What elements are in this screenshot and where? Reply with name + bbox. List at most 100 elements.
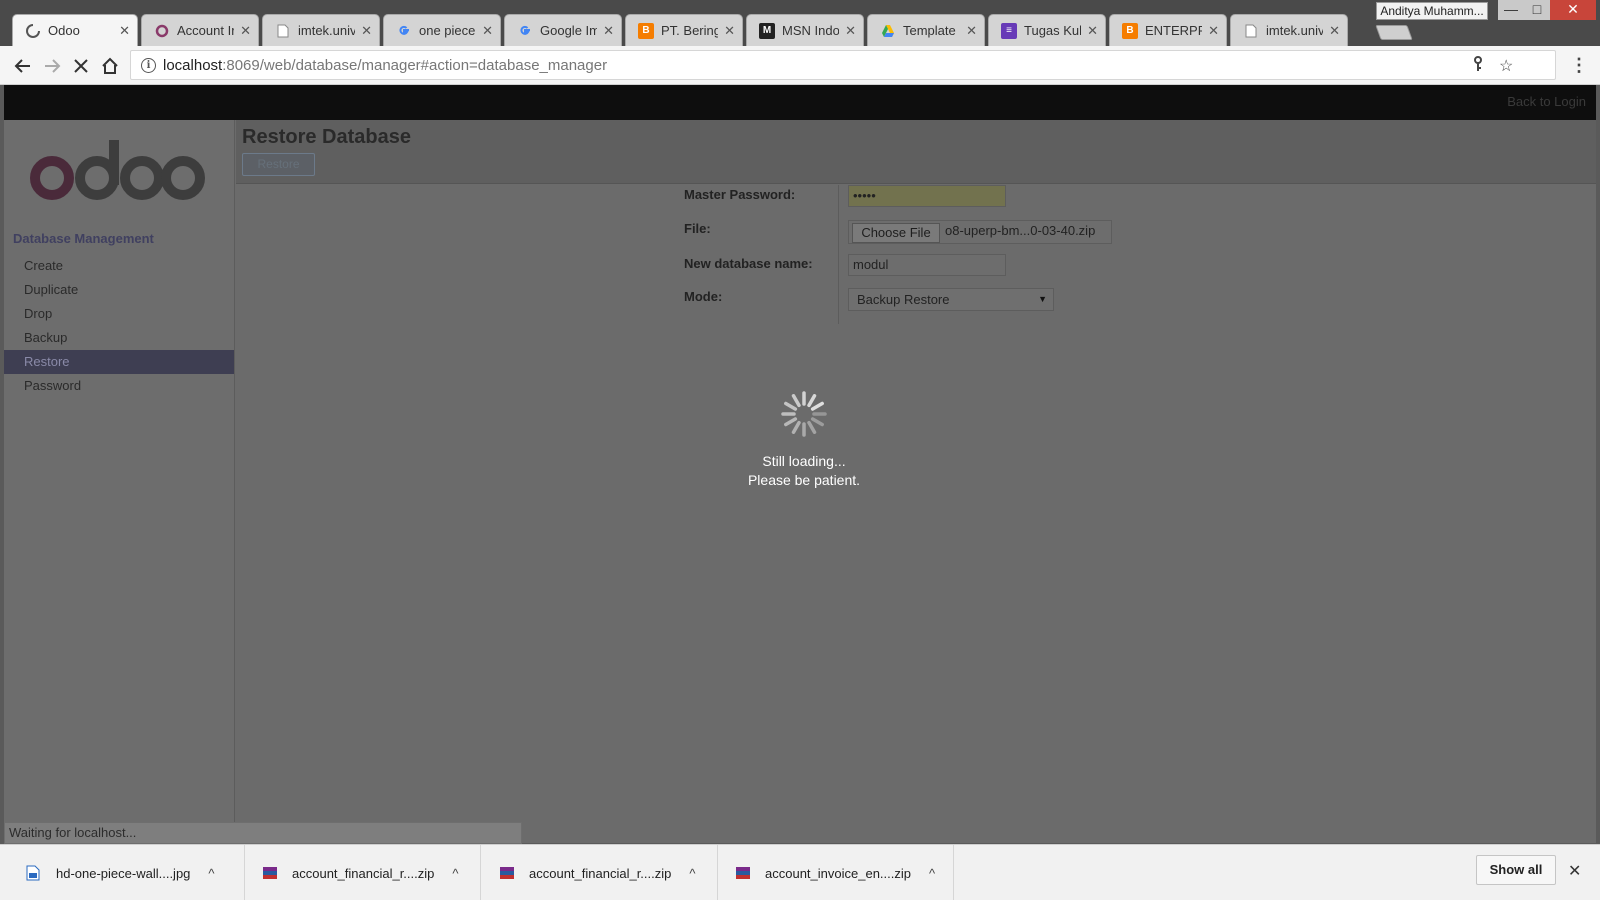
maximize-button[interactable]: □ bbox=[1524, 0, 1550, 20]
tab-close-icon[interactable]: ✕ bbox=[603, 23, 614, 39]
window-close-button[interactable]: ✕ bbox=[1550, 0, 1596, 20]
download-shelf: hd-one-piece-wall....jpg ^ account_finan… bbox=[0, 844, 1600, 900]
spinner-spoke bbox=[791, 394, 801, 408]
tab-title: imtek.univ bbox=[298, 23, 355, 38]
stop-loading-icon[interactable] bbox=[70, 55, 92, 77]
url-host: localhost bbox=[163, 56, 223, 74]
tab-google-images[interactable]: Google Im ✕ bbox=[504, 14, 622, 46]
bookmark-star-icon[interactable]: ☆ bbox=[1499, 56, 1513, 76]
download-item[interactable]: account_financial_r....zip ^ bbox=[499, 845, 718, 900]
window-titlebar: Anditya Muhamm... — □ ✕ Odoo ✕ Account I… bbox=[0, 0, 1600, 46]
tab-close-icon[interactable]: ✕ bbox=[119, 23, 130, 39]
tab-close-icon[interactable]: ✕ bbox=[1087, 23, 1098, 39]
mode-select[interactable]: Backup Restore ▼ bbox=[848, 288, 1054, 311]
tab-title: MSN Indor bbox=[782, 23, 839, 38]
sidebar-item-password[interactable]: Password bbox=[4, 374, 234, 398]
download-filename: account_invoice_en....zip bbox=[765, 865, 911, 881]
key-icon[interactable] bbox=[1471, 56, 1485, 77]
loading-message-line1: Still loading... bbox=[762, 453, 846, 469]
file-input[interactable]: Choose File o8-uperp-bm...0-03-40.zip bbox=[848, 220, 1112, 244]
tab-imtek-2[interactable]: imtek.univ ✕ bbox=[1230, 14, 1348, 46]
download-item[interactable]: account_financial_r....zip ^ bbox=[262, 845, 481, 900]
spinner-spoke bbox=[784, 417, 798, 427]
minimize-button[interactable]: — bbox=[1498, 0, 1524, 20]
download-item[interactable]: hd-one-piece-wall....jpg ^ bbox=[26, 845, 245, 900]
spinner-spoke bbox=[810, 401, 824, 411]
tab-strip: Odoo ✕ Account Ir ✕ imtek.univ ✕ one pie… bbox=[8, 14, 1408, 46]
spinner-spoke bbox=[810, 417, 824, 427]
form-divider bbox=[838, 185, 839, 324]
tab-title: Account Ir bbox=[177, 23, 234, 38]
tab-pt-bering[interactable]: B PT. Bering ✕ bbox=[625, 14, 743, 46]
sidebar: Database Management Create Duplicate Dro… bbox=[4, 120, 235, 843]
close-shelf-icon[interactable]: ✕ bbox=[1568, 861, 1581, 881]
show-all-downloads-button[interactable]: Show all bbox=[1476, 855, 1556, 885]
download-filename: account_financial_r....zip bbox=[529, 865, 672, 881]
chevron-up-icon[interactable]: ^ bbox=[452, 866, 458, 881]
tab-close-icon[interactable]: ✕ bbox=[724, 23, 735, 39]
status-bubble: Waiting for localhost... bbox=[4, 822, 522, 844]
tab-close-icon[interactable]: ✕ bbox=[845, 23, 856, 39]
back-arrow-icon[interactable] bbox=[12, 55, 34, 77]
download-item[interactable]: account_invoice_en....zip ^ bbox=[735, 845, 954, 900]
sidebar-item-create[interactable]: Create bbox=[4, 254, 234, 278]
tab-title: PT. Bering bbox=[661, 23, 718, 38]
tab-close-icon[interactable]: ✕ bbox=[361, 23, 372, 39]
sidebar-item-backup[interactable]: Backup bbox=[4, 326, 234, 350]
menu-dots-icon[interactable]: ⋮ bbox=[1570, 55, 1588, 75]
tab-tugas-kuliah[interactable]: ≡ Tugas Kuli ✕ bbox=[988, 14, 1106, 46]
chevron-up-icon[interactable]: ^ bbox=[929, 866, 935, 881]
tab-account[interactable]: Account Ir ✕ bbox=[141, 14, 259, 46]
google-icon bbox=[517, 23, 533, 39]
chevron-up-icon[interactable]: ^ bbox=[689, 866, 695, 881]
new-database-name-field[interactable]: modul bbox=[848, 254, 1006, 276]
tab-template[interactable]: Template ✕ bbox=[867, 14, 985, 46]
chevron-up-icon[interactable]: ^ bbox=[208, 866, 214, 881]
address-bar[interactable]: i localhost:8069/web/database/manager#ac… bbox=[130, 50, 1556, 80]
new-tab-button[interactable] bbox=[1375, 25, 1413, 40]
image-file-icon bbox=[26, 865, 42, 881]
odoo-logo bbox=[30, 140, 205, 213]
odoo-topbar: Back to Login bbox=[4, 85, 1596, 120]
tab-title: Tugas Kuli bbox=[1024, 23, 1081, 38]
restore-button[interactable]: Restore bbox=[242, 153, 315, 176]
tab-close-icon[interactable]: ✕ bbox=[240, 23, 251, 39]
sidebar-item-restore[interactable]: Restore bbox=[4, 350, 234, 374]
info-icon[interactable]: i bbox=[141, 57, 156, 73]
spinner-spoke bbox=[807, 394, 817, 408]
tab-close-icon[interactable]: ✕ bbox=[966, 23, 977, 39]
sidebar-title: Database Management bbox=[13, 231, 154, 246]
choose-file-button[interactable]: Choose File bbox=[852, 223, 940, 243]
spinner-spoke bbox=[791, 420, 801, 434]
tab-enterprise[interactable]: B ENTERPRIS ✕ bbox=[1109, 14, 1227, 46]
forward-arrow-icon[interactable] bbox=[41, 55, 63, 77]
download-filename: account_financial_r....zip bbox=[292, 865, 435, 881]
dropdown-arrow-icon: ▼ bbox=[1038, 294, 1047, 304]
back-to-login-link[interactable]: Back to Login bbox=[1507, 94, 1586, 109]
forms-icon: ≡ bbox=[1001, 22, 1017, 39]
sidebar-item-duplicate[interactable]: Duplicate bbox=[4, 278, 234, 302]
sidebar-item-drop[interactable]: Drop bbox=[4, 302, 234, 326]
url-path: :8069/web/database/manager#action=databa… bbox=[222, 56, 608, 74]
tab-close-icon[interactable]: ✕ bbox=[1208, 23, 1219, 39]
tab-close-icon[interactable]: ✕ bbox=[482, 23, 493, 39]
blogger-icon: B bbox=[1122, 22, 1138, 39]
tab-imtek[interactable]: imtek.univ ✕ bbox=[262, 14, 380, 46]
tab-msn[interactable]: M MSN Indor ✕ bbox=[746, 14, 864, 46]
master-password-label: Master Password: bbox=[684, 187, 796, 202]
page-icon bbox=[275, 23, 291, 39]
page-viewport: Back to Login Database Management Create… bbox=[4, 85, 1596, 843]
tab-one-piece[interactable]: one piece ✕ bbox=[383, 14, 501, 46]
home-icon[interactable] bbox=[99, 55, 121, 77]
winrar-archive-icon bbox=[499, 865, 515, 881]
odoo-circle-icon bbox=[154, 23, 170, 39]
mode-selected-value: Backup Restore bbox=[857, 292, 950, 307]
tab-title: Odoo bbox=[48, 23, 80, 38]
winrar-archive-icon bbox=[262, 865, 278, 881]
tab-close-icon[interactable]: ✕ bbox=[1329, 23, 1340, 39]
tab-title: Template bbox=[903, 23, 956, 38]
blogger-icon: B bbox=[638, 22, 654, 39]
master-password-field[interactable]: ••••• bbox=[848, 185, 1006, 207]
file-label: File: bbox=[684, 221, 711, 236]
tab-odoo[interactable]: Odoo ✕ bbox=[12, 14, 138, 46]
